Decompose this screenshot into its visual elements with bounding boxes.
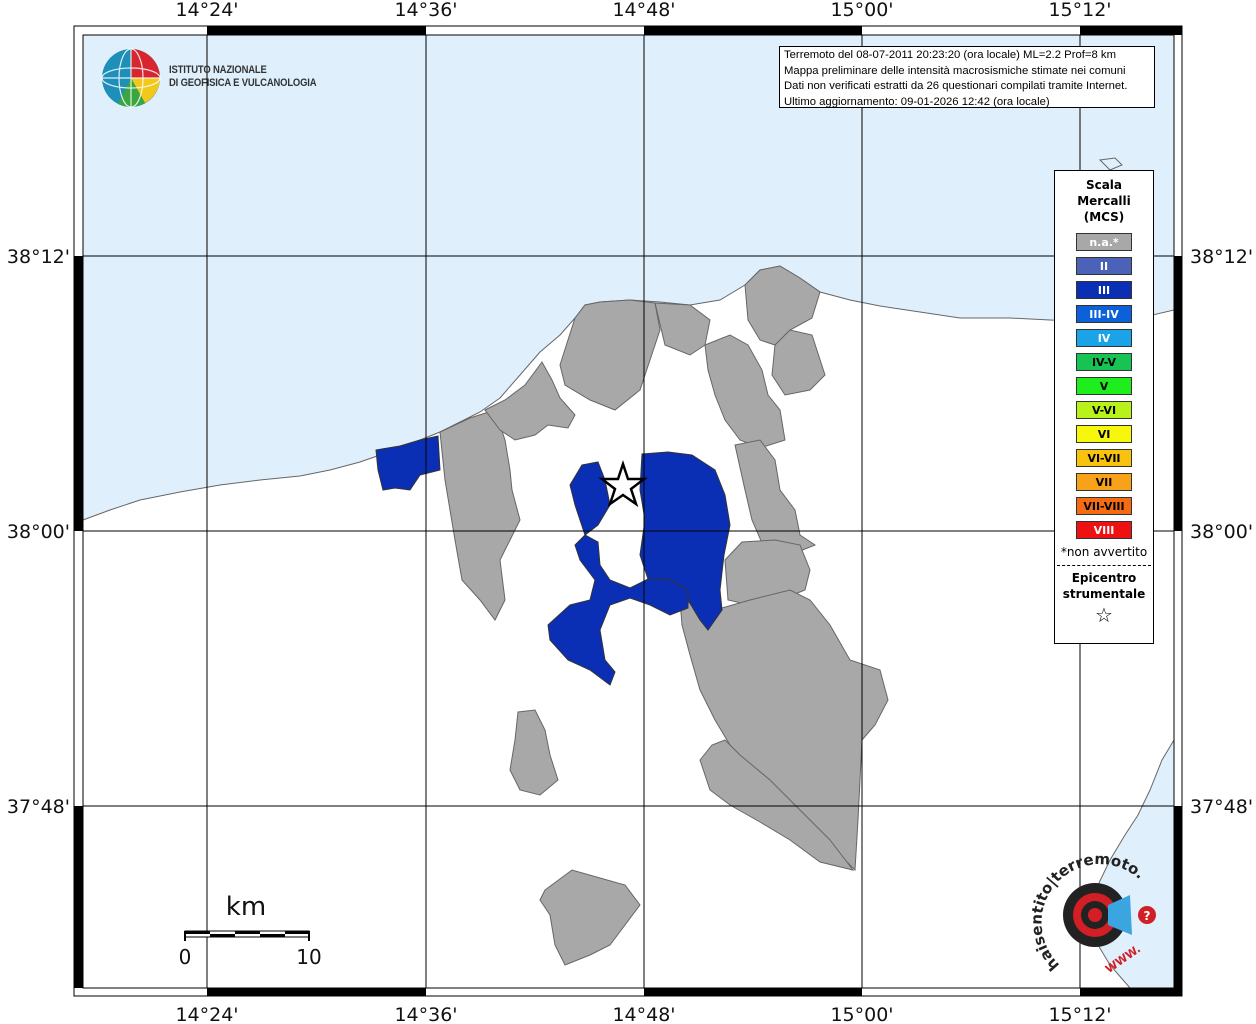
legend-item: II (1076, 257, 1132, 275)
star-icon: ☆ (1095, 603, 1113, 627)
institute-name-line2: DI GEOFISICA E VULCANOLOGIA (169, 77, 317, 89)
legend-item: III (1076, 281, 1132, 299)
lon-label-bottom: 15°12' (1048, 1004, 1111, 1024)
legend-item: IV-V (1076, 353, 1132, 371)
legend-item: VI (1076, 425, 1132, 443)
legend-divider (1057, 565, 1151, 566)
legend-epicenter-label: Epicentro strumentale (1055, 570, 1153, 602)
legend-item: V (1076, 377, 1132, 395)
legend-title-line: Mercalli (1077, 194, 1131, 208)
event-info-line: Dati non verificati estratti da 26 quest… (784, 80, 1128, 92)
lat-label-left: 37°48' (7, 796, 70, 818)
lat-label-right: 38°12' (1190, 246, 1253, 268)
event-info-line: Terremoto del 08-07-2011 20:23:20 (ora l… (784, 49, 1116, 61)
legend-item: VI-VII (1076, 449, 1132, 467)
legend-title: Scala Mercalli (MCS) (1055, 177, 1153, 225)
mcs-legend: Scala Mercalli (MCS) n.a.* II III III-IV IV I… (1054, 170, 1154, 644)
lat-label-left: 38°00' (7, 521, 70, 543)
lon-label-top: 15°00' (830, 0, 893, 21)
institute-name: ISTITUTO NAZIONALE DI GEOFISICA E VULCAN… (169, 64, 317, 90)
legend-items: n.a.* II III III-IV IV IV-V V V-VI VI VI-VII VII VI… (1055, 233, 1153, 539)
legend-note: *non avvertito (1060, 545, 1148, 559)
scale-unit: km (226, 892, 266, 922)
legend-item: V-VI (1076, 401, 1132, 419)
event-info-box: Terremoto del 08-07-2011 20:23:20 (ora l… (779, 46, 1155, 108)
ingv-logo-icon (101, 48, 161, 108)
legend-item: VII-VIII (1076, 497, 1132, 515)
legend-item: VIII (1076, 521, 1132, 539)
legend-item: III-IV (1076, 305, 1132, 323)
scale-start: 0 (179, 945, 192, 969)
lon-label-bottom: 14°48' (612, 1004, 675, 1024)
event-info-line: Mappa preliminare delle intensità macros… (784, 64, 1126, 77)
lon-label-bottom: 14°24' (175, 1004, 238, 1024)
scale-end: 10 (296, 945, 321, 969)
legend-item: IV (1076, 329, 1132, 347)
lat-label-right: 38°00' (1190, 521, 1253, 543)
institute-name-line1: ISTITUTO NAZIONALE (169, 64, 267, 76)
legend-title-line: Scala (1085, 178, 1123, 192)
svg-text:?: ? (1144, 909, 1151, 923)
lat-label-left: 38°12' (7, 246, 70, 268)
legend-epicenter-line: Epicentro (1071, 571, 1137, 585)
lon-label-bottom: 14°36' (394, 1004, 457, 1024)
lon-label-top: 14°48' (612, 0, 675, 21)
legend-epicenter-line: strumentale (1062, 587, 1146, 601)
lat-label-right: 37°48' (1190, 796, 1253, 818)
lon-label-top: 15°12' (1048, 0, 1111, 21)
legend-item: n.a.* (1076, 233, 1132, 251)
legend-title-line: (MCS) (1083, 210, 1125, 224)
lon-label-top: 14°24' (175, 0, 238, 21)
legend-item: VII (1076, 473, 1132, 491)
event-info-line: Ultimo aggiornamento: 09-01-2026 12:42 (… (784, 95, 1050, 108)
lon-label-top: 14°36' (394, 0, 457, 21)
lon-label-bottom: 15°00' (830, 1004, 893, 1024)
